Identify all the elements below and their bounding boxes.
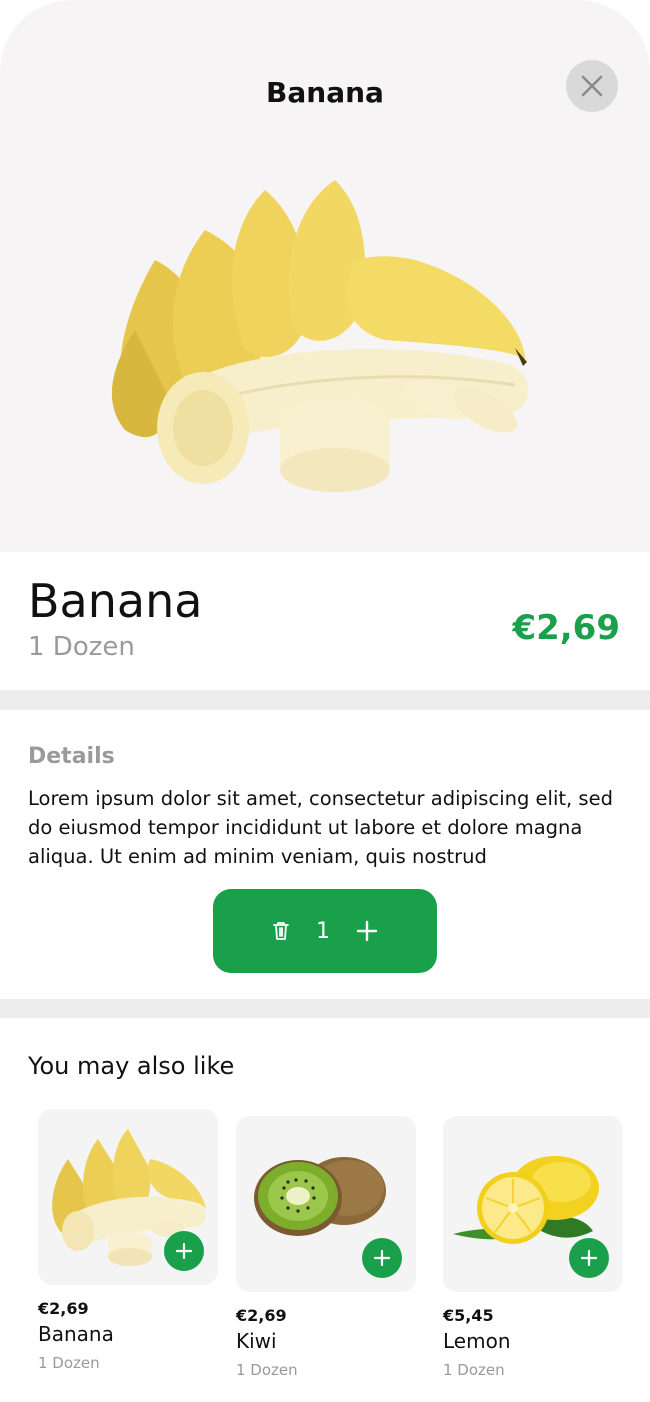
plus-icon	[356, 920, 378, 942]
add-to-cart-button[interactable]	[569, 1238, 609, 1278]
add-to-cart-button[interactable]	[164, 1231, 204, 1271]
product-sheet: Banana Banana 1 Dozen €2,69 Details Lore…	[0, 0, 650, 1402]
product-name: Banana	[28, 574, 203, 628]
product-card-image[interactable]	[236, 1116, 416, 1292]
trash-icon	[273, 922, 289, 940]
details-title: Details	[28, 744, 115, 769]
recommendations-title: You may also like	[28, 1052, 235, 1080]
product-card-banana[interactable]: €2,69 Banana 1 Dozen	[38, 1109, 218, 1372]
section-divider	[0, 690, 650, 710]
card-unit: 1 Dozen	[38, 1354, 100, 1372]
details-text: Lorem ipsum dolor sit amet, consectetur …	[28, 787, 613, 868]
product-info: Banana 1 Dozen €2,69	[0, 552, 650, 690]
product-card-image[interactable]	[38, 1109, 218, 1285]
card-name: Lemon	[443, 1329, 511, 1353]
details-section: Details Lorem ipsum dolor sit amet, cons…	[0, 710, 650, 1000]
recommendations-section: You may also like €2,69 Banana 1 Dozen €…	[0, 1018, 650, 1402]
card-price: €2,69	[236, 1306, 287, 1325]
banana-image	[111, 180, 529, 492]
product-card-lemon[interactable]: €5,45 Lemon 1 Dozen	[443, 1116, 623, 1379]
card-name: Banana	[38, 1322, 114, 1346]
plus-icon	[374, 1250, 390, 1266]
plus-icon	[176, 1243, 192, 1259]
card-price: €5,45	[443, 1306, 494, 1325]
card-unit: 1 Dozen	[236, 1361, 298, 1379]
close-button[interactable]	[566, 60, 618, 112]
close-icon	[581, 75, 603, 97]
quantity-stepper: 1	[213, 889, 437, 973]
card-unit: 1 Dozen	[443, 1361, 505, 1379]
plus-icon	[581, 1250, 597, 1266]
section-divider	[0, 999, 650, 1019]
card-name: Kiwi	[236, 1329, 277, 1353]
product-card-kiwi[interactable]: €2,69 Kiwi 1 Dozen	[236, 1116, 416, 1379]
product-card-image[interactable]	[443, 1116, 623, 1292]
header-title: Banana	[266, 76, 384, 109]
product-unit: 1 Dozen	[28, 632, 135, 662]
hero-section: Banana	[0, 0, 650, 552]
card-price: €2,69	[38, 1299, 89, 1318]
increase-button[interactable]	[356, 920, 378, 942]
remove-button[interactable]	[272, 921, 290, 941]
product-price: €2,69	[512, 608, 620, 648]
quantity-value: 1	[316, 918, 330, 944]
add-to-cart-button[interactable]	[362, 1238, 402, 1278]
